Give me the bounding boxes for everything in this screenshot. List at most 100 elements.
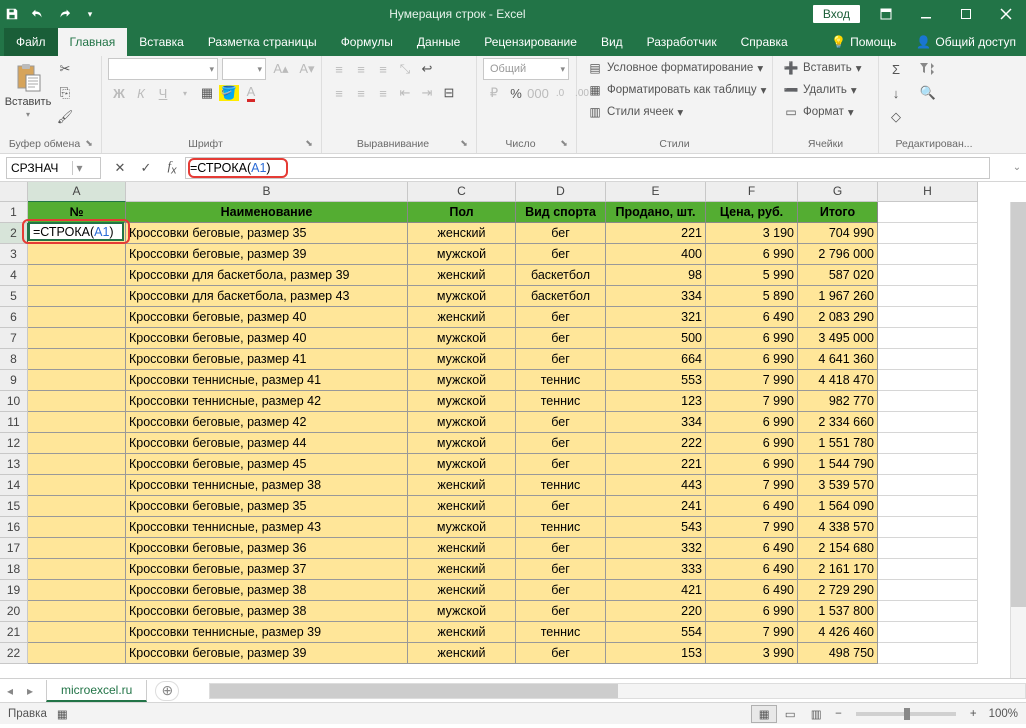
data-cell[interactable]: женский xyxy=(408,265,516,286)
data-cell[interactable]: 704 990 xyxy=(798,223,878,244)
data-cell[interactable]: 6 490 xyxy=(706,307,798,328)
data-cell[interactable]: мужской xyxy=(408,391,516,412)
insert-function-button[interactable]: fx xyxy=(159,157,185,179)
data-cell[interactable]: 333 xyxy=(606,559,706,580)
data-cell[interactable]: мужской xyxy=(408,433,516,454)
borders-button[interactable]: ▦ xyxy=(196,82,218,104)
data-cell[interactable]: 6 490 xyxy=(706,580,798,601)
tab-data[interactable]: Данные xyxy=(405,28,472,56)
row-header[interactable]: 4 xyxy=(0,265,28,286)
data-cell[interactable]: Кроссовки беговые, размер 38 xyxy=(126,580,408,601)
data-cell[interactable]: Кроссовки теннисные, размер 42 xyxy=(126,391,408,412)
row-header[interactable]: 19 xyxy=(0,580,28,601)
data-cell[interactable]: 2 334 660 xyxy=(798,412,878,433)
empty-cell[interactable] xyxy=(878,412,978,433)
row-header[interactable]: 17 xyxy=(0,538,28,559)
number-launcher[interactable]: ⬊ xyxy=(558,138,570,150)
data-cell[interactable]: бег xyxy=(516,643,606,664)
format-cells-button[interactable]: ▭Формат ▾ xyxy=(779,102,858,122)
zoom-slider[interactable] xyxy=(856,712,956,716)
data-cell[interactable]: 4 338 570 xyxy=(798,517,878,538)
minimize-button[interactable] xyxy=(906,0,946,28)
data-cell[interactable]: женский xyxy=(408,622,516,643)
clipboard-launcher[interactable]: ⬊ xyxy=(83,138,95,150)
data-cell[interactable]: 6 990 xyxy=(706,433,798,454)
row-header[interactable]: 13 xyxy=(0,454,28,475)
undo-button[interactable] xyxy=(26,2,50,26)
insert-cells-button[interactable]: ➕Вставить ▾ xyxy=(779,58,866,78)
data-cell[interactable]: 6 490 xyxy=(706,496,798,517)
font-combo[interactable] xyxy=(108,58,218,80)
clear-button[interactable]: ◇ xyxy=(885,106,907,128)
bold-button[interactable]: Ж xyxy=(108,82,130,104)
data-cell[interactable]: 5 890 xyxy=(706,286,798,307)
row-header[interactable]: 14 xyxy=(0,475,28,496)
data-cell[interactable]: 2 154 680 xyxy=(798,538,878,559)
data-cell[interactable]: Кроссовки теннисные, размер 39 xyxy=(126,622,408,643)
empty-cell[interactable] xyxy=(878,391,978,412)
tab-insert[interactable]: Вставка xyxy=(127,28,196,56)
zoom-in-button[interactable]: + xyxy=(970,708,977,720)
data-cell[interactable] xyxy=(28,517,126,538)
data-cell[interactable]: 6 990 xyxy=(706,454,798,475)
data-cell[interactable]: Кроссовки беговые, размер 41 xyxy=(126,349,408,370)
column-header[interactable]: D xyxy=(516,182,606,202)
data-cell[interactable]: 332 xyxy=(606,538,706,559)
data-cell[interactable]: бег xyxy=(516,580,606,601)
data-cell[interactable]: 7 990 xyxy=(706,391,798,412)
save-button[interactable] xyxy=(0,2,24,26)
data-cell[interactable] xyxy=(28,286,126,307)
align-top-button[interactable]: ≡ xyxy=(328,58,350,80)
italic-button[interactable]: К xyxy=(130,82,152,104)
data-cell[interactable]: 7 990 xyxy=(706,370,798,391)
sort-filter-button[interactable] xyxy=(911,58,945,80)
row-header[interactable]: 18 xyxy=(0,559,28,580)
data-cell[interactable]: теннис xyxy=(516,370,606,391)
paste-button[interactable]: Вставить ▾ xyxy=(6,58,50,123)
data-cell[interactable]: Кроссовки беговые, размер 36 xyxy=(126,538,408,559)
data-cell[interactable]: теннис xyxy=(516,391,606,412)
data-cell[interactable] xyxy=(28,643,126,664)
add-sheet-button[interactable]: ⊕ xyxy=(155,681,179,701)
column-header[interactable]: A xyxy=(28,182,126,202)
data-cell[interactable]: 1 537 800 xyxy=(798,601,878,622)
data-cell[interactable]: Кроссовки беговые, размер 35 xyxy=(126,223,408,244)
name-box[interactable]: ▾ xyxy=(6,157,101,179)
empty-cell[interactable] xyxy=(878,328,978,349)
format-table-button[interactable]: ▦Форматировать как таблицу ▾ xyxy=(583,80,770,100)
orientation-button[interactable]: ⤡ xyxy=(394,58,416,80)
view-normal-button[interactable]: ▦ xyxy=(751,705,777,723)
header-cell[interactable]: Пол xyxy=(408,202,516,223)
data-cell[interactable]: 2 083 290 xyxy=(798,307,878,328)
data-cell[interactable]: 4 641 360 xyxy=(798,349,878,370)
data-cell[interactable]: 4 418 470 xyxy=(798,370,878,391)
data-cell[interactable] xyxy=(28,307,126,328)
active-cell[interactable]: =СТРОКА(A1) xyxy=(28,222,124,241)
data-cell[interactable]: женский xyxy=(408,223,516,244)
data-cell[interactable]: бег xyxy=(516,307,606,328)
header-cell[interactable]: Цена, руб. xyxy=(706,202,798,223)
row-header[interactable]: 3 xyxy=(0,244,28,265)
data-cell[interactable]: бег xyxy=(516,349,606,370)
row-header[interactable]: 2 xyxy=(0,223,28,244)
data-cell[interactable]: 123 xyxy=(606,391,706,412)
align-middle-button[interactable]: ≡ xyxy=(350,58,372,80)
data-cell[interactable]: мужской xyxy=(408,328,516,349)
align-left-button[interactable]: ≡ xyxy=(328,82,350,104)
data-cell[interactable] xyxy=(28,370,126,391)
data-cell[interactable]: 334 xyxy=(606,412,706,433)
data-cell[interactable]: мужской xyxy=(408,286,516,307)
data-cell[interactable]: 334 xyxy=(606,286,706,307)
data-cell[interactable]: 7 990 xyxy=(706,622,798,643)
data-cell[interactable]: 498 750 xyxy=(798,643,878,664)
data-cell[interactable] xyxy=(28,265,126,286)
qat-customize-button[interactable]: ▾ xyxy=(78,2,102,26)
row-header[interactable]: 21 xyxy=(0,622,28,643)
data-cell[interactable]: 6 990 xyxy=(706,244,798,265)
data-cell[interactable]: мужской xyxy=(408,454,516,475)
row-header[interactable]: 15 xyxy=(0,496,28,517)
copy-button[interactable]: ⎘ xyxy=(54,82,76,104)
data-cell[interactable]: 664 xyxy=(606,349,706,370)
data-cell[interactable]: Кроссовки беговые, размер 38 xyxy=(126,601,408,622)
data-cell[interactable] xyxy=(28,454,126,475)
